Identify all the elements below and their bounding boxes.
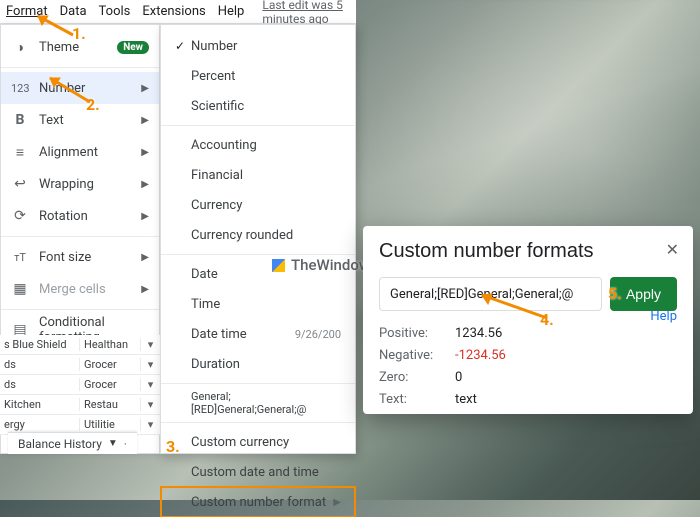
format-input[interactable] [379, 277, 602, 311]
number-option-financial[interactable]: Financial [161, 160, 355, 190]
menu-font-size-label: Font size [39, 250, 131, 265]
menu-font-size[interactable]: тT Font size ▶ [1, 241, 159, 273]
number-icon: 123 [11, 82, 29, 95]
annotation-2: 2. [86, 95, 100, 114]
dialog-title: Custom number formats [379, 240, 677, 263]
menu-tools[interactable]: Tools [99, 4, 131, 19]
number-option-scientific[interactable]: Scientific [161, 91, 355, 121]
chevron-right-icon: ▶ [141, 147, 149, 158]
wrap-icon: ↩ [11, 176, 29, 192]
annotation-5: 5. [608, 284, 622, 303]
spreadsheet-grid: s Blue ShieldHealthan▾ dsGrocer▾ dsGroce… [0, 335, 160, 435]
watermark-logo-icon [272, 259, 285, 272]
menu-rotation[interactable]: ⟳ Rotation ▶ [1, 200, 159, 232]
number-option-time[interactable]: Time [161, 289, 355, 319]
last-edit-note[interactable]: Last edit was 5 minutes ago [262, 0, 350, 26]
menu-merge-cells[interactable]: ▦ Merge cells ▶ [1, 273, 159, 305]
chevron-right-icon: ▶ [141, 179, 149, 190]
sheet-tab[interactable]: Balance History ▼ · [8, 432, 137, 454]
close-icon[interactable]: ✕ [666, 240, 679, 259]
number-option-accounting[interactable]: Accounting [161, 130, 355, 160]
chevron-right-icon: ▶ [333, 497, 341, 508]
number-option-custom-number-format[interactable]: Custom number format▶ [161, 487, 355, 517]
table-row[interactable]: dsGrocer▾ [0, 375, 160, 395]
menu-help[interactable]: Help [218, 4, 245, 19]
annotation-1: 1. [72, 24, 86, 43]
font-size-icon: тT [11, 251, 29, 264]
custom-number-format-dialog: Custom number formats ✕ Apply Help Posit… [363, 226, 693, 414]
rotation-icon: ⟳ [11, 208, 29, 224]
number-option-currency[interactable]: Currency [161, 190, 355, 220]
number-option-duration[interactable]: Duration [161, 349, 355, 379]
help-link[interactable]: Help [650, 309, 677, 324]
menu-wrapping-label: Wrapping [39, 177, 131, 192]
chevron-down-icon: ▼ [108, 438, 118, 449]
annotation-3: 3. [166, 437, 180, 456]
menu-wrapping[interactable]: ↩ Wrapping ▶ [1, 168, 159, 200]
annotation-4: 4. [540, 310, 554, 329]
chevron-right-icon: ▶ [141, 115, 149, 126]
chevron-right-icon: ▶ [141, 83, 149, 94]
new-badge: New [117, 41, 149, 54]
menu-data[interactable]: Data [60, 4, 87, 19]
bold-icon: B [11, 112, 29, 128]
number-option-general-format[interactable]: General;[RED]General;General;@ [161, 388, 355, 418]
chevron-right-icon: ▶ [141, 211, 149, 222]
menubar: Format Data Tools Extensions Help Last e… [0, 0, 356, 24]
table-row[interactable]: dsGrocer▾ [0, 355, 160, 375]
menu-text-label: Text [39, 113, 131, 128]
number-submenu: ✓Number Percent Scientific Accounting Fi… [160, 24, 356, 454]
sheet-tab-label: Balance History [18, 437, 102, 451]
table-row[interactable]: s Blue ShieldHealthan▾ [0, 335, 160, 355]
menu-alignment[interactable]: ≡ Alignment ▶ [1, 136, 159, 168]
number-option-currency-rounded[interactable]: Currency rounded [161, 220, 355, 250]
menu-number[interactable]: 123 Number ▶ [1, 72, 159, 104]
number-option-percent[interactable]: Percent [161, 61, 355, 91]
chevron-right-icon: ▶ [141, 284, 149, 295]
merge-icon: ▦ [11, 281, 29, 297]
chevron-right-icon: ▶ [141, 252, 149, 263]
number-option-custom-datetime[interactable]: Custom date and time [161, 457, 355, 487]
number-option-custom-currency[interactable]: Custom currency [161, 427, 355, 457]
menu-alignment-label: Alignment [39, 145, 131, 160]
table-row[interactable]: KitchenRestau▾ [0, 395, 160, 415]
menu-merge-label: Merge cells [39, 282, 131, 297]
menu-text[interactable]: B Text ▶ [1, 104, 159, 136]
number-option-datetime[interactable]: Date time9/26/200 [161, 319, 355, 349]
number-option-number[interactable]: ✓Number [161, 31, 355, 61]
theme-icon: ◑ [11, 39, 29, 56]
menu-number-label: Number [39, 81, 131, 96]
menu-format[interactable]: Format [6, 4, 48, 19]
align-icon: ≡ [11, 144, 29, 161]
menu-extensions[interactable]: Extensions [142, 4, 205, 19]
menu-rotation-label: Rotation [39, 209, 131, 224]
format-preview: Positive:1234.56 Negative:-1234.56 Zero:… [379, 323, 677, 411]
